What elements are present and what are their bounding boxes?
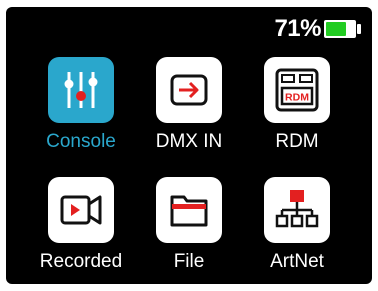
recorded-camera-icon (48, 177, 114, 243)
dmx-in-icon (156, 57, 222, 123)
console-sliders-icon (48, 57, 114, 123)
device-screen: 71% Console DMX IN RDM RDM Recorded File… (6, 7, 372, 284)
menu-item-console[interactable]: Console (26, 57, 136, 157)
menu-item-label: ArtNet (270, 251, 324, 272)
menu-item-label: DMX IN (155, 131, 223, 152)
status-bar: 71% (274, 15, 362, 43)
menu-item-rdm[interactable]: RDM RDM (242, 57, 352, 157)
battery-icon (324, 19, 362, 39)
menu-item-label: Console (46, 131, 116, 152)
battery-percent: 71% (274, 15, 321, 42)
rdm-icon: RDM (264, 57, 330, 123)
menu-item-file[interactable]: File (134, 177, 244, 277)
menu-item-label: File (173, 251, 205, 272)
menu-item-dmx-in[interactable]: DMX IN (134, 57, 244, 157)
folder-icon (156, 177, 222, 243)
menu-item-recorded[interactable]: Recorded (26, 177, 136, 277)
artnet-network-icon (264, 177, 330, 243)
svg-text:RDM: RDM (285, 92, 309, 104)
menu-item-label: RDM (275, 131, 319, 152)
menu-item-artnet[interactable]: ArtNet (242, 177, 352, 277)
menu-item-label: Recorded (39, 251, 123, 272)
